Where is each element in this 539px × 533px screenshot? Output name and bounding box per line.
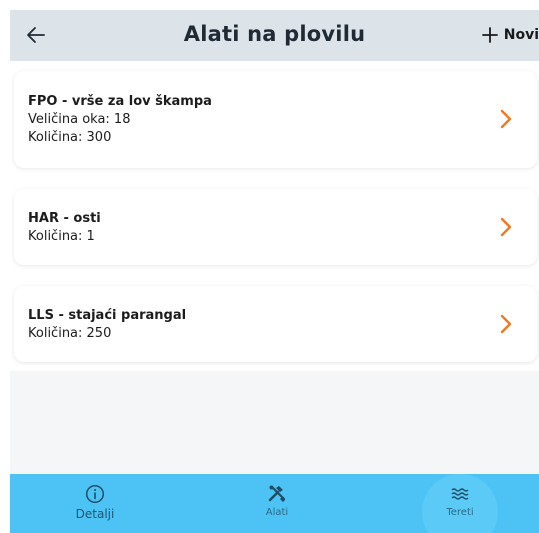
new-button[interactable]: Novi [481,24,539,46]
chevron-right-icon [500,314,512,334]
chevron-right-icon [500,109,512,129]
app-screen: Alati na plovilu Novi FPO - vrše za lov … [10,10,539,533]
info-circle-icon [85,484,105,504]
bottom-nav: Detalji Alati Tereti [10,474,539,533]
list-item-text: HAR - osti Količina: 1 [28,210,101,246]
nav-item-tereti[interactable]: Tereti [430,474,490,533]
list-item[interactable]: HAR - osti Količina: 1 [14,189,537,265]
item-detail: Količina: 1 [28,229,95,244]
item-title: FPO - vrše za lov škampa [28,94,212,109]
nav-label: Detalji [75,507,115,521]
item-title: LLS - stajaći parangal [28,308,187,323]
item-title: HAR - osti [28,211,101,226]
tools-icon [268,485,286,502]
list-item-text: FPO - vrše za lov škampa Veličina oka: 1… [28,93,212,147]
chevron-right-icon [500,217,512,237]
nav-item-detalji[interactable]: Detalji [65,474,125,533]
nav-item-alati[interactable]: Alati [247,474,307,533]
page-title: Alati na plovilu [183,22,366,46]
list-item[interactable]: LLS - stajaći parangal Količina: 250 [14,286,537,362]
nav-label: Alati [265,507,289,518]
waves-icon [451,488,469,500]
list-item-text: LLS - stajaći parangal Količina: 250 [28,307,186,343]
item-detail: Količina: 250 [28,326,112,341]
nav-label: Tereti [446,507,474,518]
tools-list: FPO - vrše za lov škampa Veličina oka: 1… [10,61,539,371]
new-button-label: Novi [503,27,539,43]
item-detail: Veličina oka: 18 [28,112,131,127]
header-bar: Alati na plovilu Novi [10,10,539,61]
plus-icon [481,27,498,43]
list-item[interactable]: FPO - vrše za lov škampa Veličina oka: 1… [14,71,537,168]
item-detail: Količina: 300 [28,130,112,145]
